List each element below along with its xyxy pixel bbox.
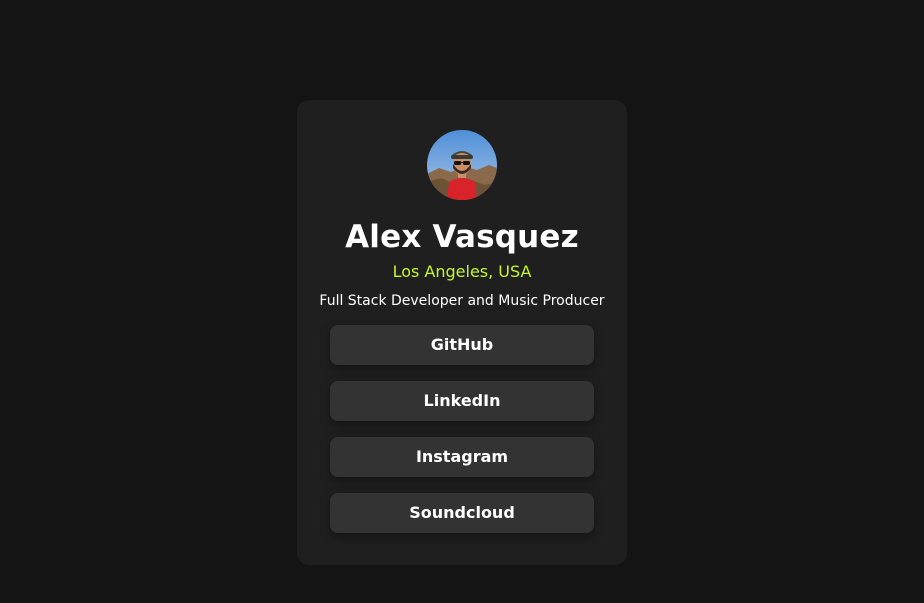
profile-bio: Full Stack Developer and Music Producer	[319, 293, 605, 309]
linkedin-link-button[interactable]: LinkedIn	[330, 381, 594, 421]
github-link-button[interactable]: GitHub	[330, 325, 594, 365]
profile-name: Alex Vasquez	[345, 219, 579, 255]
profile-location: Los Angeles, USA	[392, 262, 532, 281]
soundcloud-link-button[interactable]: Soundcloud	[330, 493, 594, 533]
instagram-link-button[interactable]: Instagram	[330, 437, 594, 477]
profile-card: Alex Vasquez Los Angeles, USA Full Stack…	[297, 100, 627, 565]
avatar	[427, 130, 497, 200]
avatar-photo	[427, 130, 497, 200]
link-list: GitHub LinkedIn Instagram Soundcloud	[330, 325, 594, 549]
